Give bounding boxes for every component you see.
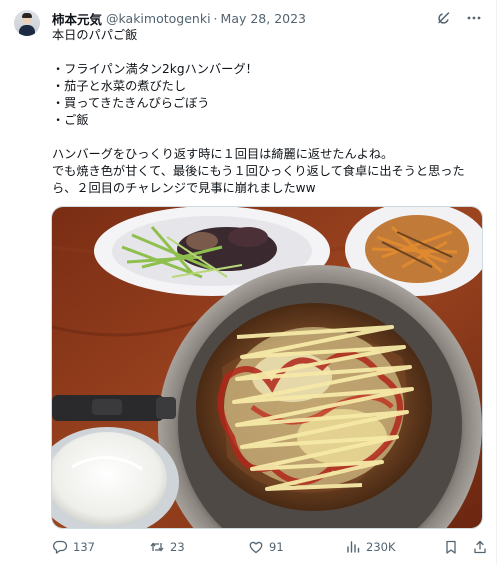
share-button[interactable]: [472, 539, 493, 555]
tweet-line: [52, 129, 482, 146]
grok-icon[interactable]: [436, 10, 452, 26]
like-count: 91: [269, 540, 284, 554]
tweet-actions: 137 23 91 230K: [52, 537, 488, 557]
bookmark-button[interactable]: [443, 539, 464, 555]
tweet-line: 本日のパパご飯: [52, 28, 138, 42]
retweet-button[interactable]: 23: [149, 539, 185, 555]
tweet-line: [52, 44, 482, 61]
tweet-line: ら、２回目のチャレンジで見事に崩れましたww: [52, 181, 316, 195]
tweet-line: でも焼き色が甘くて、最後にもう１回ひっくり返して食卓に出そうと思った: [52, 164, 465, 178]
author-name[interactable]: 柿本元気: [52, 9, 102, 28]
avatar[interactable]: [14, 10, 40, 36]
header-separator: ·: [213, 10, 218, 26]
like-button[interactable]: 91: [248, 539, 284, 555]
views-icon: [345, 539, 366, 555]
tweet-line: ・フライパン満タン2kgハンバーグ！: [52, 62, 258, 76]
tweet-header: 柿本元気 @kakimotogenki · May 28, 2023: [52, 9, 436, 27]
views-count: 230K: [366, 540, 396, 554]
tweet-line: ・買ってきたきんぴらごぼう: [52, 96, 210, 110]
tweet-line: ・茄子と水菜の煮びたし: [52, 79, 187, 93]
tweet-date[interactable]: May 28, 2023: [221, 11, 306, 26]
retweet-count: 23: [170, 540, 185, 554]
bookmark-icon: [443, 539, 464, 555]
like-icon: [248, 539, 269, 555]
reply-button[interactable]: 137: [52, 539, 95, 555]
tweet-card[interactable]: 柿本元気 @kakimotogenki · May 28, 2023 本日のパパ…: [0, 0, 497, 564]
tweet-line: ・ご飯: [52, 113, 89, 127]
tweet-line: ハンバーグをひっくり返す時に１回目は綺麗に返せたんよね。: [52, 147, 394, 161]
more-icon[interactable]: [466, 10, 482, 26]
tweet-top-actions: [436, 10, 482, 26]
avatar-hair: [22, 13, 32, 18]
retweet-icon: [149, 539, 170, 555]
tweet-text: 本日のパパご飯 ・フライパン満タン2kgハンバーグ！ ・茄子と水菜の煮びたし ・…: [52, 27, 482, 197]
share-icon: [472, 539, 493, 555]
author-handle[interactable]: @kakimotogenki: [106, 11, 211, 26]
views-button[interactable]: 230K: [345, 539, 396, 555]
reply-icon: [52, 539, 73, 555]
tweet-photo[interactable]: [51, 206, 483, 529]
avatar-suit: [19, 25, 35, 36]
reply-count: 137: [73, 540, 95, 554]
